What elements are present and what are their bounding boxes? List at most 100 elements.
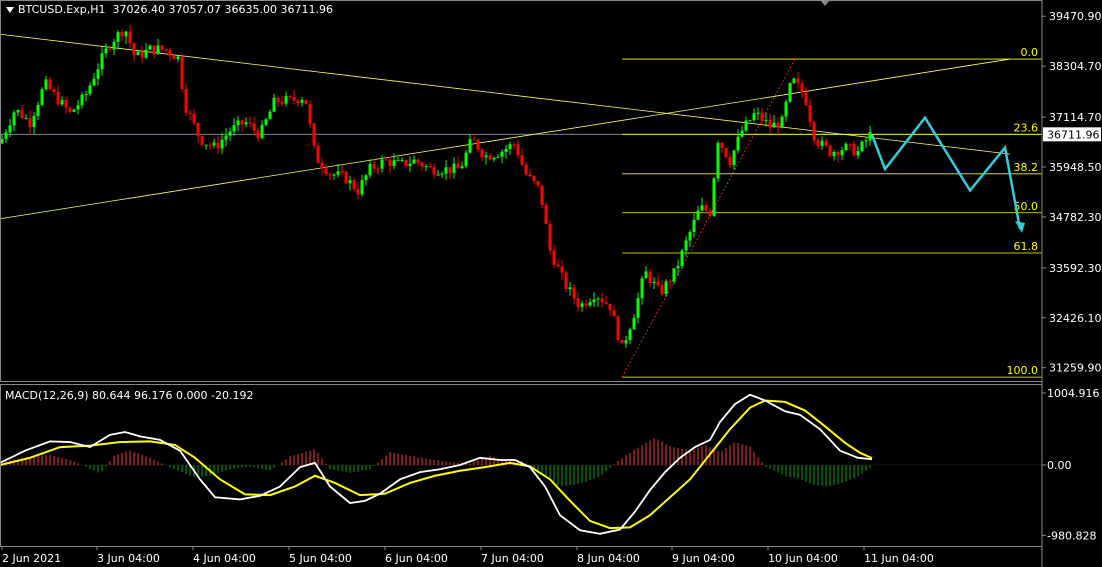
fib-level-label: 61.8: [1014, 240, 1039, 253]
candle-body: [616, 316, 620, 340]
candle-body: [32, 115, 36, 128]
candle-body: [484, 155, 488, 158]
candle-body: [464, 152, 468, 167]
candle-body: [692, 219, 696, 232]
candle-body: [500, 151, 504, 157]
candle-body: [260, 124, 264, 139]
candle-body: [860, 141, 864, 152]
candle-body: [496, 156, 500, 158]
candle-body: [44, 79, 48, 90]
candle-body: [36, 104, 40, 116]
candle-body: [564, 272, 568, 290]
price-tick-label: 33592.30: [1049, 262, 1102, 275]
trading-chart[interactable]: 0.023.638.250.061.8100.0 39470.9038304.7…: [0, 0, 1102, 567]
candle-body: [760, 112, 764, 122]
macd-pane[interactable]: [0, 393, 1042, 535]
candle-body: [200, 136, 204, 145]
current-price-label: 36711.96: [1047, 128, 1100, 141]
candle-body: [256, 130, 260, 139]
candle-body: [404, 159, 408, 166]
candle-body: [320, 162, 324, 169]
candle-body: [668, 281, 672, 283]
candle-body: [336, 171, 340, 175]
candle-body: [312, 123, 316, 146]
candle-body: [532, 175, 536, 182]
candle-body: [588, 302, 592, 306]
candle-body: [212, 142, 216, 146]
time-tick-label: 7 Jun 04:00: [481, 552, 544, 565]
candle-body: [60, 100, 64, 105]
candle-body: [264, 119, 268, 125]
candle-body: [160, 45, 164, 50]
candle-body: [696, 210, 700, 220]
macd-tick-label: 1004.916: [1047, 387, 1100, 400]
candle-body: [632, 317, 636, 330]
candle-body: [16, 109, 20, 113]
candle-body: [184, 89, 188, 113]
trend-line: [0, 58, 1011, 220]
candle-body: [568, 287, 572, 290]
candle-body: [444, 167, 448, 174]
candle-body: [208, 144, 212, 146]
candle-body: [512, 144, 516, 146]
candle-body: [104, 48, 108, 54]
candle-body: [52, 89, 56, 92]
price-tick-label: 37114.70: [1049, 111, 1102, 124]
candle-body: [112, 41, 116, 50]
time-tick-label: 3 Jun 04:00: [97, 552, 160, 565]
candle-body: [72, 109, 76, 112]
candle-body: [560, 266, 564, 273]
candle-body: [364, 175, 368, 181]
candle-body: [788, 83, 792, 102]
candle-body: [832, 151, 836, 157]
candle-body: [824, 140, 828, 146]
fib-level-label: 0.0: [1021, 46, 1039, 59]
candle-body: [716, 142, 720, 179]
candle-body: [508, 144, 512, 149]
candle-body: [736, 136, 740, 151]
price-pane[interactable]: 0.023.638.250.061.8100.0: [0, 24, 1042, 378]
candle-body: [576, 298, 580, 307]
candle-body: [732, 150, 736, 166]
candle-body: [820, 140, 824, 146]
candle-body: [124, 31, 128, 37]
candle-body: [816, 140, 820, 146]
candle-body: [864, 140, 868, 142]
time-tick-label: 4 Jun 04:00: [193, 552, 256, 565]
candle-body: [388, 159, 392, 166]
candle-body: [120, 32, 124, 37]
candle-body: [96, 69, 100, 79]
candle-body: [228, 131, 232, 136]
candle-body: [344, 171, 348, 184]
symbol-header[interactable]: BTCUSD.Exp,H1 37026.40 37057.07 36635.00…: [6, 3, 333, 16]
candle-body: [416, 159, 420, 163]
candle-body: [348, 180, 352, 184]
candle-body: [368, 163, 372, 176]
candle-body: [780, 116, 784, 128]
candle-body: [812, 121, 816, 141]
candle-body: [764, 120, 768, 122]
candle-body: [480, 149, 484, 158]
candle-body: [664, 281, 668, 295]
candle-body: [40, 89, 44, 105]
candle-body: [156, 45, 160, 54]
candle-body: [128, 31, 132, 44]
candle-body: [620, 339, 624, 344]
candle-body: [768, 120, 772, 128]
candle-body: [504, 148, 508, 152]
candle-body: [432, 167, 436, 175]
dropdown-icon[interactable]: [6, 7, 14, 13]
candle-body: [196, 123, 200, 137]
candle-body: [88, 85, 92, 95]
candle-body: [724, 148, 728, 157]
candle-body: [20, 109, 24, 119]
candle-body: [108, 48, 112, 50]
candle-body: [776, 122, 780, 128]
candle-body: [216, 142, 220, 149]
candle-body: [304, 99, 308, 105]
candle-body: [400, 159, 404, 161]
candle-body: [140, 51, 144, 58]
candle-body: [456, 163, 460, 169]
candle-body: [288, 96, 292, 98]
candle-body: [352, 180, 356, 190]
